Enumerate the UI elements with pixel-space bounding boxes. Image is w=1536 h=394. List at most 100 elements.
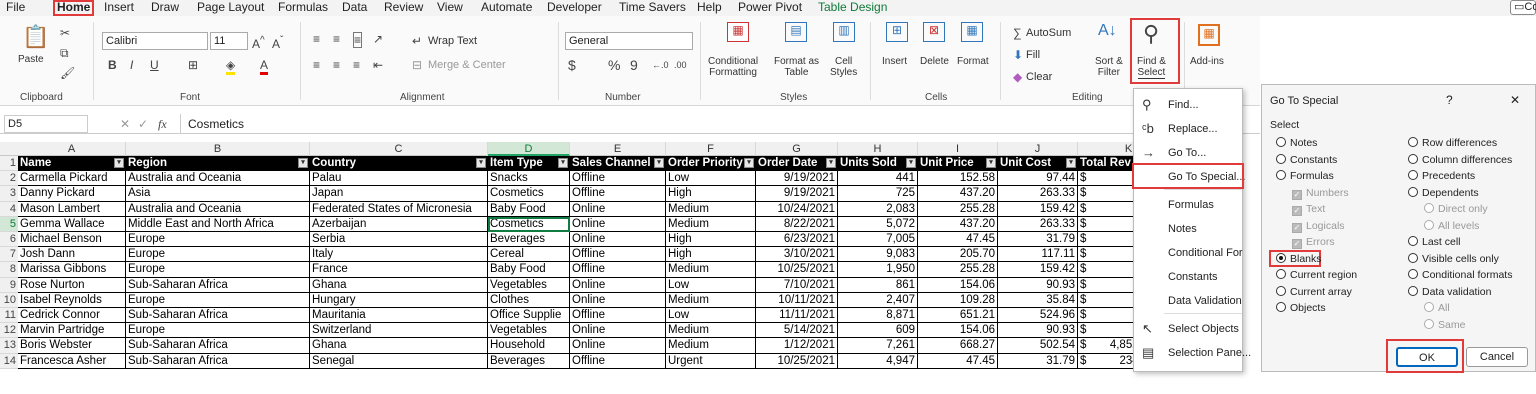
table-cell[interactable]: Michael Benson (18, 232, 126, 248)
conditional-formatting-icon[interactable]: ▦ (727, 22, 749, 42)
row-header-5[interactable]: 5 (0, 216, 18, 232)
name-box[interactable]: D5 (4, 115, 88, 133)
option-current-array[interactable]: Current array (1276, 285, 1352, 299)
table-cell[interactable]: Offline (570, 171, 666, 187)
filter-dropdown-icon[interactable]: ▾ (654, 158, 664, 168)
tab-formulas[interactable]: Formulas (278, 0, 328, 16)
table-cell[interactable]: 502.54 (998, 338, 1078, 354)
table-cell[interactable]: Europe (126, 292, 310, 308)
font-name-select[interactable]: Calibri (102, 32, 208, 50)
table-cell[interactable]: 9,083 (838, 247, 918, 263)
table-cell[interactable]: Online (570, 323, 666, 339)
table-cell[interactable]: Hungary (310, 292, 488, 308)
table-cell[interactable]: Cedrick Connor (18, 308, 126, 324)
table-cell[interactable]: Carmella Pickard (18, 171, 126, 187)
column-header-j[interactable]: J (998, 142, 1078, 156)
filter-dropdown-icon[interactable]: ▾ (476, 158, 486, 168)
table-cell[interactable]: Beverages (488, 232, 570, 248)
table-cell[interactable]: 10/11/2021 (756, 292, 838, 308)
add-ins-button[interactable]: Add-ins (1190, 56, 1224, 67)
table-cell[interactable]: 154.06 (918, 323, 998, 339)
option-row-differences[interactable]: Row differences (1408, 137, 1497, 150)
table-cell[interactable]: High (666, 247, 756, 263)
table-cell[interactable]: High (666, 232, 756, 248)
formula-input[interactable]: Cosmetics (188, 117, 244, 131)
decrease-font-icon[interactable]: Aˇ (272, 34, 283, 51)
table-cell[interactable]: 9/19/2021 (756, 171, 838, 187)
filter-dropdown-icon[interactable]: ▾ (114, 158, 124, 168)
column-header-c[interactable]: C (310, 142, 488, 156)
increase-font-icon[interactable]: A^ (252, 34, 265, 51)
table-header-cell[interactable]: Sales Channel ▾ (570, 156, 666, 172)
row-header-4[interactable]: 4 (0, 201, 18, 217)
format-button[interactable]: Format (957, 56, 989, 67)
table-header-cell[interactable]: Unit Price ▾ (918, 156, 998, 172)
table-cell[interactable]: 609 (838, 323, 918, 339)
cancel-button[interactable]: Cancel (1466, 347, 1528, 367)
table-cell[interactable]: 255.28 (918, 201, 998, 217)
function-icon[interactable]: fx (158, 117, 167, 131)
option-current-region[interactable]: Current region (1276, 269, 1357, 282)
table-cell[interactable]: High (666, 186, 756, 202)
table-cell[interactable]: Offline (570, 308, 666, 324)
table-cell[interactable]: 7/10/2021 (756, 277, 838, 293)
table-cell[interactable]: 1,950 (838, 262, 918, 278)
table-header-cell[interactable]: Item Type ▾ (488, 156, 570, 172)
table-cell[interactable]: Middle East and North Africa (126, 216, 310, 232)
option-numbers[interactable]: ✓ Numbers (1292, 187, 1349, 200)
table-cell[interactable]: 117.11 (998, 247, 1078, 263)
table-header-cell[interactable]: Country ▾ (310, 156, 488, 172)
currency-button[interactable]: $ (568, 58, 576, 72)
table-cell[interactable]: 5/14/2021 (756, 323, 838, 339)
table-cell[interactable]: Online (570, 338, 666, 354)
table-cell[interactable]: 7,261 (838, 338, 918, 354)
option-formulas[interactable]: Formulas (1276, 170, 1334, 183)
table-cell[interactable]: Francesca Asher (18, 353, 126, 369)
merge-center-button[interactable]: Merge & Center (428, 60, 506, 71)
column-header-g[interactable]: G (756, 142, 838, 156)
clear-button[interactable]: Clear (1026, 72, 1052, 83)
table-cell[interactable]: Europe (126, 262, 310, 278)
align-right-icon[interactable]: ≡ (353, 58, 360, 72)
tab-view[interactable]: View (437, 0, 463, 16)
table-cell[interactable]: 437.20 (918, 186, 998, 202)
option-direct-only[interactable]: Direct only (1424, 203, 1488, 216)
insert-button[interactable]: Insert (882, 56, 907, 67)
table-cell[interactable]: 651.21 (918, 308, 998, 324)
table-cell[interactable]: 8,871 (838, 308, 918, 324)
table-cell[interactable]: Offline (570, 262, 666, 278)
table-cell[interactable]: Medium (666, 338, 756, 354)
table-header-cell[interactable]: Region ▾ (126, 156, 310, 172)
table-header-cell[interactable]: Units Sold ▾ (838, 156, 918, 172)
underline-button[interactable]: U (150, 58, 159, 72)
table-cell[interactable]: 5,072 (838, 216, 918, 232)
menu-item-formulas[interactable]: Formulas (1134, 193, 1244, 217)
filter-dropdown-icon[interactable]: ▾ (558, 158, 568, 168)
menu-item-find[interactable]: ⚲ Find... (1134, 93, 1244, 117)
cell-styles-icon[interactable]: ▥ (833, 22, 855, 42)
number-format-select[interactable]: General (565, 32, 693, 50)
table-cell[interactable]: Ghana (310, 338, 488, 354)
table-cell[interactable]: 10/24/2021 (756, 201, 838, 217)
table-cell[interactable]: Medium (666, 323, 756, 339)
copy-icon[interactable]: ⧉ (60, 46, 69, 60)
table-cell[interactable]: 1/12/2021 (756, 338, 838, 354)
table-cell[interactable]: Federated States of Micronesia (310, 201, 488, 217)
table-cell[interactable]: 3/10/2021 (756, 247, 838, 263)
table-cell[interactable]: 11/11/2021 (756, 308, 838, 324)
tab-review[interactable]: Review (384, 0, 423, 16)
table-cell[interactable]: Boris Webster (18, 338, 126, 354)
table-cell[interactable]: 47.45 (918, 353, 998, 369)
tab-developer[interactable]: Developer (547, 0, 602, 16)
table-cell[interactable]: Serbia (310, 232, 488, 248)
tab-file[interactable]: File (6, 0, 25, 16)
table-cell[interactable]: Cereal (488, 247, 570, 263)
table-cell[interactable]: Sub-Saharan Africa (126, 353, 310, 369)
option-text[interactable]: ✓ Text (1292, 203, 1325, 216)
table-cell[interactable]: 90.93 (998, 277, 1078, 293)
row-header-2[interactable]: 2 (0, 171, 18, 187)
table-cell[interactable]: Office Supplie (488, 308, 570, 324)
table-cell[interactable]: Offline (570, 353, 666, 369)
table-cell[interactable]: Japan (310, 186, 488, 202)
filter-dropdown-icon[interactable]: ▾ (1066, 158, 1076, 168)
